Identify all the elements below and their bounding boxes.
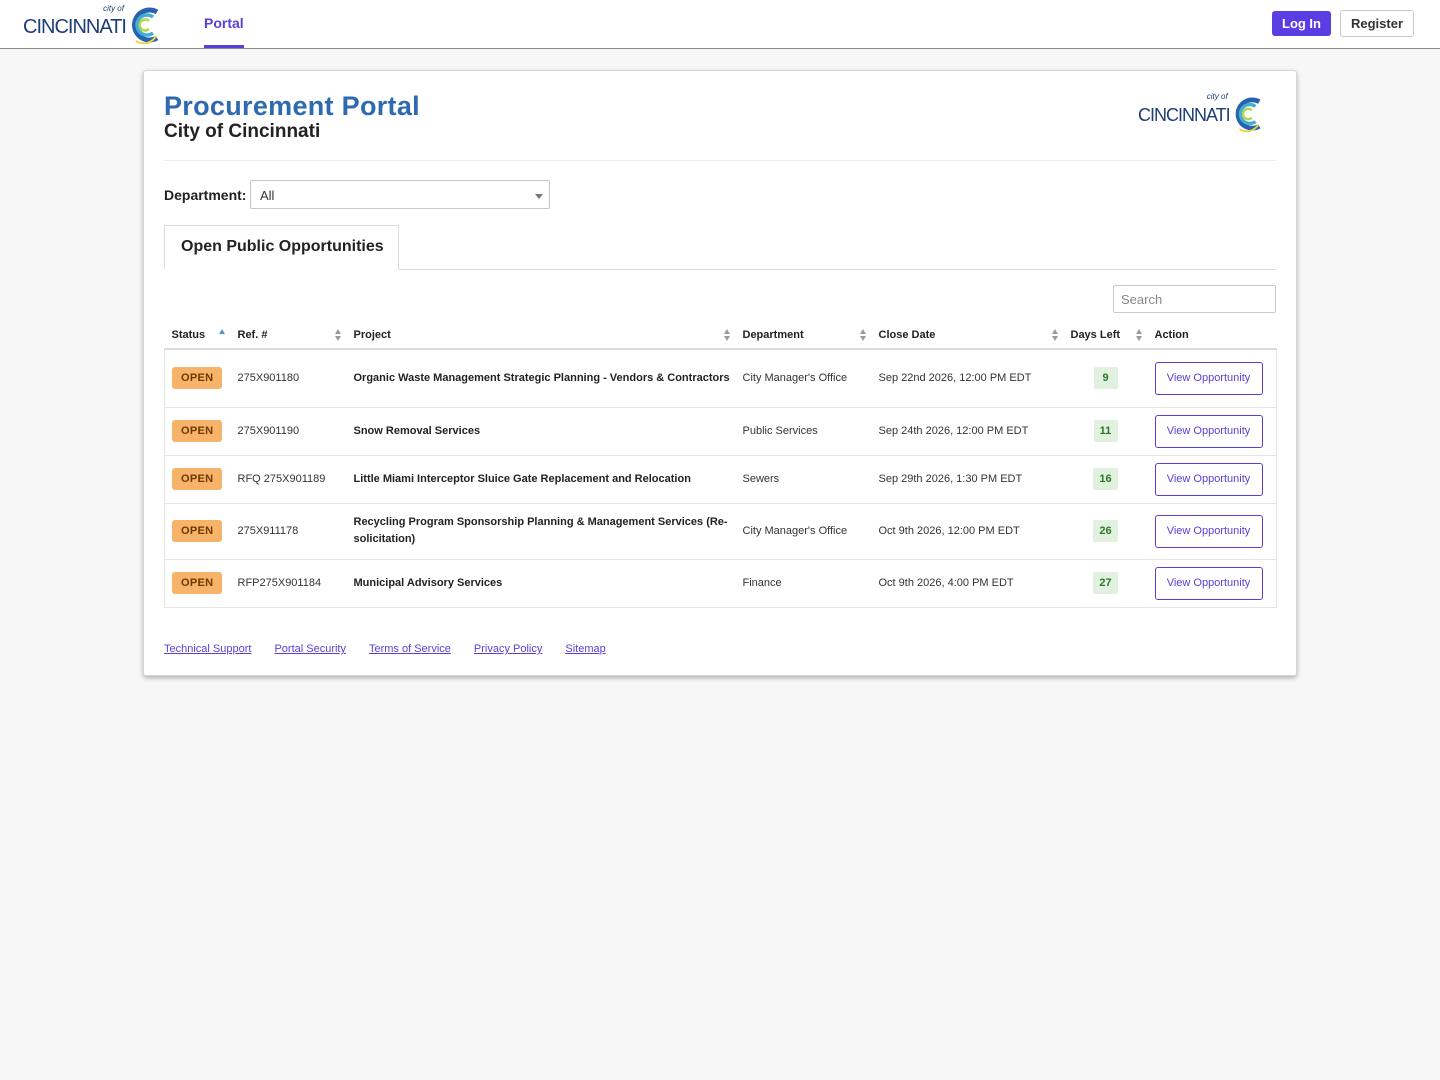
close-date: Sep 29th 2026, 1:30 PM EDT [878,473,1023,485]
ref-number: 275X901190 [237,425,300,437]
column-header-label: Status [171,328,206,341]
footer-link-technical-support[interactable]: Technical Support [164,643,251,655]
card-logo-city-of: city of [1206,92,1228,101]
department-name: Finance [742,577,782,589]
register-button[interactable]: Register [1340,10,1414,37]
sort-icon [723,329,731,342]
department-name: City Manager's Office [742,525,848,537]
column-header-ref[interactable]: Ref. # [230,321,347,350]
column-header-days-left[interactable]: Days Left [1063,321,1148,350]
tab-open-public-opportunities[interactable]: Open Public Opportunities [164,225,399,270]
table-row: OPEN RFQ 275X901189 Little Miami Interce… [164,455,1277,503]
column-header-label: Department [742,328,804,341]
status-badge: OPEN [172,367,223,390]
sort-icon [1135,329,1143,342]
column-header-label: Ref. # [237,328,268,341]
card-logo-name: CINCINNATI [1138,105,1231,125]
department-name: Sewers [742,473,780,485]
card-logo-wordmark: city of CINCINNATI [1138,92,1231,135]
ref-number: RFP275X901184 [237,577,322,589]
close-date: Sep 22nd 2026, 12:00 PM EDT [878,372,1032,385]
page-title: Procurement Portal [164,91,420,121]
close-date: Oct 9th 2026, 12:00 PM EDT [878,525,1020,537]
header-divider [164,160,1276,161]
nav-tab-portal-label: Portal [204,15,244,31]
city-logo[interactable]: city of CINCINNATI [23,3,162,47]
days-left-badge: 26 [1093,520,1118,542]
column-header-label: Close Date [878,328,936,341]
top-nav-bar: city of CINCINNATI Portal Log In Registe… [0,0,1440,49]
days-left-badge: 16 [1093,468,1118,490]
department-select-value: All [260,188,275,203]
view-opportunity-button[interactable]: View Opportunity [1154,566,1263,600]
card-city-logo: city of CINCINNATI [1138,92,1264,135]
column-header-label: Project [353,328,391,341]
logo-name: CINCINNATI [23,16,127,38]
column-header-label: Action [1154,328,1189,341]
close-date: Sep 24th 2026, 12:00 PM EDT [878,425,1029,437]
chevron-down-icon [535,194,543,199]
days-left-badge: 27 [1093,572,1118,594]
view-opportunity-button[interactable]: View Opportunity [1154,514,1263,548]
table-row: OPEN 275X901190 Snow Removal Services Pu… [164,407,1277,455]
login-button[interactable]: Log In [1272,11,1331,36]
card-logo-c-mark-icon [1235,97,1261,133]
ref-number: RFQ 275X901189 [237,473,326,485]
department-name: City Manager's Office [742,372,848,385]
sort-ascending-icon [218,329,226,342]
status-badge: OPEN [172,572,223,594]
sort-icon [859,329,867,342]
footer-link-privacy-policy[interactable]: Privacy Policy [474,643,542,655]
project-name: Little Miami Interceptor Sluice Gate Rep… [353,472,691,485]
sort-icon [1051,329,1059,342]
page-subtitle: City of Cincinnati [164,121,321,142]
column-header-department[interactable]: Department [735,321,872,350]
sort-icon [334,329,342,342]
department-name: Public Services [742,425,818,437]
days-left-badge: 11 [1093,420,1118,442]
department-select[interactable]: All [250,180,550,209]
footer-link-sitemap[interactable]: Sitemap [565,643,605,655]
table-row: OPEN 275X901180 Organic Waste Management… [164,349,1277,407]
days-left-badge: 9 [1093,367,1118,390]
ref-number: 275X911178 [237,525,299,537]
department-label: Department: [164,187,247,203]
table-row: OPEN 275X911178 Recycling Program Sponso… [164,503,1277,559]
column-header-project[interactable]: Project [346,321,736,350]
project-name: Snow Removal Services [353,424,481,437]
column-header-status[interactable]: Status [164,321,231,350]
footer-link-portal-security[interactable]: Portal Security [274,643,346,655]
close-date: Oct 9th 2026, 4:00 PM EDT [878,577,1014,589]
logo-c-mark-icon [131,7,159,45]
project-name: Municipal Advisory Services [353,576,503,589]
logo-city-of: city of [103,4,124,13]
project-name: Organic Waste Management Strategic Plann… [353,371,730,384]
nav-tab-portal[interactable]: Portal [204,0,244,48]
view-opportunity-button[interactable]: View Opportunity [1154,414,1263,448]
ref-number: 275X901180 [237,372,300,385]
table-header-row: Status Ref. # Project Department Close D… [164,321,1277,350]
column-header-label: Days Left [1070,328,1121,341]
search-input[interactable] [1113,285,1276,313]
status-badge: OPEN [172,420,223,442]
main-card: Procurement Portal City of Cincinnati ci… [143,70,1297,676]
project-name: Recycling Program Sponsorship Planning &… [353,516,728,545]
column-header-action: Action [1147,321,1277,350]
opportunities-table: Status Ref. # Project Department Close D… [164,321,1277,608]
footer-link-terms-of-service[interactable]: Terms of Service [369,643,451,655]
view-opportunity-button[interactable]: View Opportunity [1154,361,1263,395]
nav-tab-active-indicator [204,45,244,48]
logo-wordmark: city of CINCINNATI [23,4,127,47]
table-row: OPEN RFP275X901184 Municipal Advisory Se… [164,559,1277,607]
footer-links: Technical Support Portal Security Terms … [164,643,629,655]
status-badge: OPEN [172,468,223,490]
status-badge: OPEN [172,520,223,542]
column-header-close-date[interactable]: Close Date [871,321,1064,350]
view-opportunity-button[interactable]: View Opportunity [1154,462,1263,496]
